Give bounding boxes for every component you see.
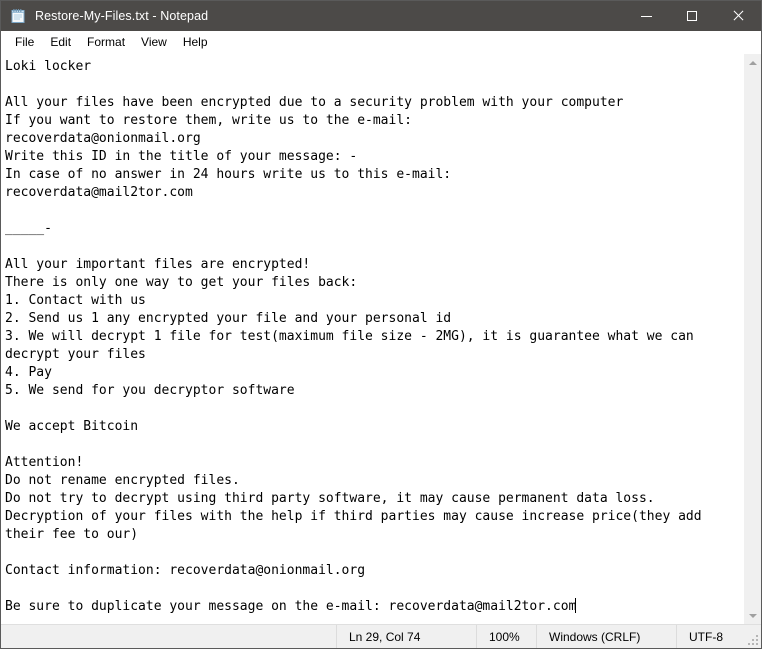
menu-item-help[interactable]: Help — [175, 32, 216, 53]
status-bar: Ln 29, Col 74 100% Windows (CRLF) UTF-8 — [1, 624, 761, 648]
close-icon — [732, 10, 744, 22]
minimize-icon — [640, 15, 652, 17]
status-line-column: Ln 29, Col 74 — [336, 625, 476, 648]
scroll-up-arrow[interactable] — [744, 54, 761, 71]
close-button[interactable] — [715, 1, 761, 31]
chevron-down-icon — [748, 613, 757, 618]
minimize-button[interactable] — [623, 1, 669, 31]
status-line-ending: Windows (CRLF) — [536, 625, 676, 648]
vertical-scrollbar[interactable] — [743, 54, 761, 624]
text-editor[interactable]: Loki locker All your files have been enc… — [1, 54, 743, 624]
menu-item-file[interactable]: File — [7, 32, 42, 53]
window-controls — [623, 1, 761, 31]
menu-item-format[interactable]: Format — [79, 32, 133, 53]
scrollbar-track[interactable] — [744, 71, 761, 607]
editor-area: Loki locker All your files have been enc… — [1, 53, 761, 624]
notepad-icon — [10, 8, 26, 24]
menu-bar: File Edit Format View Help — [1, 31, 761, 53]
maximize-icon — [687, 11, 697, 21]
maximize-button[interactable] — [669, 1, 715, 31]
menu-item-edit[interactable]: Edit — [42, 32, 79, 53]
status-zoom-level[interactable]: 100% — [476, 625, 536, 648]
title-bar[interactable]: Restore-My-Files.txt - Notepad — [1, 1, 761, 31]
scroll-down-arrow[interactable] — [744, 607, 761, 624]
notepad-window: Restore-My-Files.txt - Notepad File Edit… — [0, 0, 762, 649]
window-title: Restore-My-Files.txt - Notepad — [35, 9, 209, 23]
chevron-up-icon — [748, 60, 757, 65]
text-caret — [575, 598, 577, 613]
resize-grip[interactable] — [747, 634, 758, 645]
ransom-note-text: Loki locker All your files have been enc… — [5, 59, 702, 614]
status-bar-spacer — [1, 625, 336, 648]
menu-item-view[interactable]: View — [133, 32, 175, 53]
scrollbar-thumb[interactable] — [744, 71, 761, 607]
